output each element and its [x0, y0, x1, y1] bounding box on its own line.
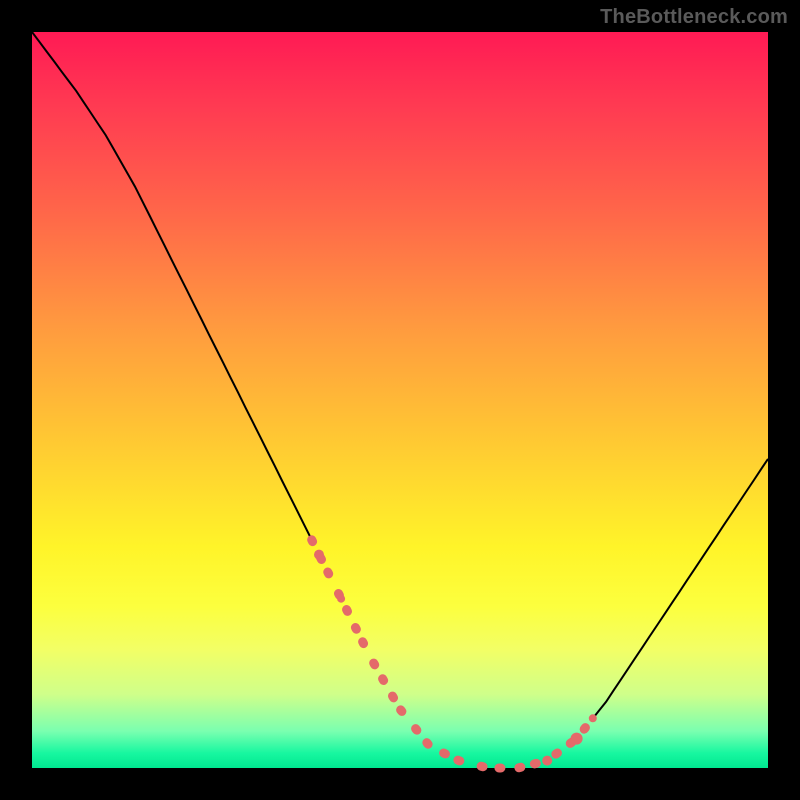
watermark-text: TheBottleneck.com — [600, 6, 788, 29]
curve-svg — [32, 32, 768, 768]
chart-frame: TheBottleneck.com — [0, 0, 800, 800]
curve-dots — [312, 540, 597, 768]
curve-line — [32, 32, 768, 720]
plot-area — [32, 32, 768, 768]
